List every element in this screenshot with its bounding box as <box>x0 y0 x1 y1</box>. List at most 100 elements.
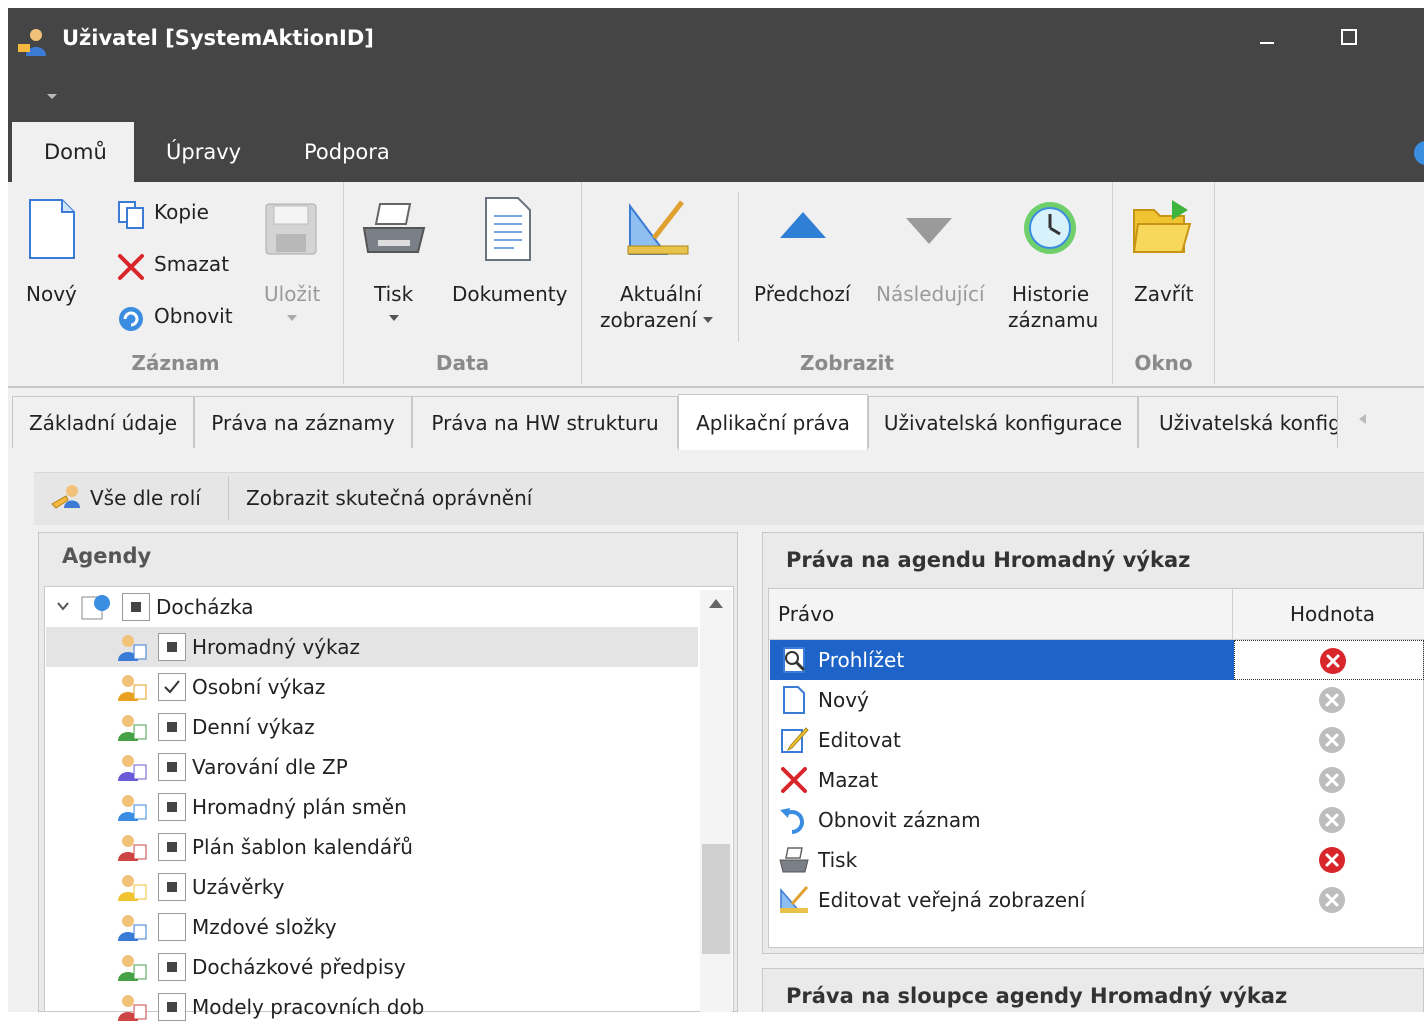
column-header-hodnota[interactable]: Hodnota <box>1290 602 1375 626</box>
tree-row[interactable]: Uzávěrky <box>46 867 698 907</box>
key-users-icon <box>51 485 80 509</box>
rights-row[interactable]: Editovat <box>770 720 1424 760</box>
rights-cell-hodnota[interactable] <box>1234 760 1424 800</box>
save-button[interactable]: Uložit <box>258 196 328 332</box>
tree-checkbox[interactable] <box>158 953 186 981</box>
rights-cell-pravo[interactable]: Obnovit záznam <box>770 800 1234 840</box>
header-separator <box>1232 589 1233 639</box>
all-by-roles-button[interactable]: Vše dle rolí <box>48 480 218 516</box>
chevron-down-icon <box>287 315 297 321</box>
tree-checkbox[interactable] <box>158 793 186 821</box>
tree-row-root[interactable]: Docházka <box>46 587 698 627</box>
tree-row[interactable]: Varování dle ZP <box>46 747 698 787</box>
rights-cell-pravo[interactable]: Mazat <box>770 760 1234 800</box>
rights-cell-pravo[interactable]: Prohlížet <box>770 640 1234 680</box>
all-by-roles-label: Vše dle rolí <box>90 486 201 510</box>
tree-checkbox[interactable] <box>122 593 150 621</box>
previous-button[interactable]: Předchozí <box>752 196 856 316</box>
tree-checkbox[interactable] <box>158 913 186 941</box>
rights-cell-pravo[interactable]: Editovat <box>770 720 1234 760</box>
tree-checkbox[interactable] <box>158 873 186 901</box>
rights-cell-hodnota[interactable] <box>1234 640 1424 680</box>
delete-button[interactable]: Smazat <box>114 250 234 282</box>
tree-checkbox[interactable] <box>158 673 186 701</box>
tree-checkbox[interactable] <box>158 633 186 661</box>
ribbon-tab-upravy[interactable]: Úpravy <box>166 140 241 164</box>
chevron-down-icon <box>703 317 713 323</box>
tree-row[interactable]: Hromadný výkaz <box>46 627 698 667</box>
rights-row[interactable]: Editovat veřejná zobrazení <box>770 880 1424 920</box>
print-button[interactable]: Tisk <box>356 196 432 332</box>
rights-cell-hodnota[interactable] <box>1234 800 1424 840</box>
inherited-denied-icon <box>1319 807 1345 833</box>
tree-row[interactable]: Mzdové složky <box>46 907 698 947</box>
help-icon[interactable] <box>1408 138 1424 168</box>
tree-row[interactable]: Denní výkaz <box>46 707 698 747</box>
scroll-thumb[interactable] <box>702 844 730 954</box>
new-button[interactable]: Nový <box>18 196 88 326</box>
chevron-down-icon[interactable] <box>56 599 70 613</box>
rights-cell-pravo[interactable]: Nový <box>770 680 1234 720</box>
column-header-pravo[interactable]: Právo <box>778 602 834 626</box>
maximize-icon[interactable] <box>1334 22 1364 52</box>
tree-row[interactable]: Hromadný plán směn <box>46 787 698 827</box>
rights-cell-hodnota[interactable] <box>1234 840 1424 880</box>
close-button[interactable]: Zavřít <box>1124 196 1204 316</box>
tab-uzivatelska-konfigurace[interactable]: Uživatelská konfigurace <box>868 396 1138 448</box>
ribbon-separator <box>1214 182 1215 384</box>
tab-prava-na-hw-strukturu[interactable]: Práva na HW strukturu <box>412 396 678 448</box>
tab-zakladni-udaje[interactable]: Základní údaje <box>12 396 194 448</box>
quick-access-dropdown-icon[interactable] <box>42 88 62 104</box>
record-history-button[interactable]: Historie záznamu <box>1004 196 1098 336</box>
inherited-denied-icon <box>1319 727 1345 753</box>
tree-row[interactable]: Modely pracovních dob <box>46 987 698 1027</box>
next-button[interactable]: Následující <box>874 196 986 316</box>
ribbon-tab-domu[interactable]: Domů <box>44 140 107 164</box>
inherited-denied-icon <box>1319 687 1345 713</box>
history-label-1: Historie <box>1012 282 1090 306</box>
tab-uzivatelska-konfig[interactable]: Uživatelská konfig <box>1138 396 1338 448</box>
tree-checkbox[interactable] <box>158 713 186 741</box>
rights-label: Prohlížet <box>818 648 905 672</box>
current-view-button[interactable]: Aktuální zobrazení <box>596 196 726 336</box>
rights-row[interactable]: Tisk <box>770 840 1424 880</box>
edit-icon <box>781 727 809 753</box>
tree-checkbox[interactable] <box>158 993 186 1021</box>
denied-icon <box>1320 648 1346 674</box>
refresh-button[interactable]: Obnovit <box>114 302 240 334</box>
current-view-label-1: Aktuální <box>620 282 702 306</box>
attendance-icon <box>81 595 110 620</box>
rights-cell-hodnota[interactable] <box>1234 720 1424 760</box>
rights-cell-hodnota[interactable] <box>1234 880 1424 920</box>
tab-scroll-left-icon[interactable] <box>1356 412 1368 426</box>
view-icon <box>783 647 806 673</box>
rights-row[interactable]: Nový <box>770 680 1424 720</box>
tree-checkbox[interactable] <box>158 753 186 781</box>
close-label: Zavřít <box>1134 282 1194 306</box>
rights-cell-hodnota[interactable] <box>1234 680 1424 720</box>
tree-row[interactable]: Plán šablon kalendářů <box>46 827 698 867</box>
tab-prava-na-zaznamy[interactable]: Práva na záznamy <box>194 396 412 448</box>
documents-button[interactable]: Dokumenty <box>452 196 568 316</box>
tree-row[interactable]: Docházkové předpisy <box>46 947 698 987</box>
tab-aplikacni-prava[interactable]: Aplikační práva <box>678 394 868 450</box>
rights-cell-pravo[interactable]: Editovat veřejná zobrazení <box>770 880 1234 920</box>
calendar-rule-icon <box>118 955 147 981</box>
copy-button[interactable]: Kopie <box>114 198 224 230</box>
rights-row[interactable]: Mazat <box>770 760 1424 800</box>
tree-label: Docházka <box>156 595 254 619</box>
documents-label: Dokumenty <box>452 282 568 306</box>
minimize-icon[interactable] <box>1252 22 1282 52</box>
current-view-label-2: zobrazení <box>600 308 697 332</box>
show-actual-permissions-button[interactable]: Zobrazit skutečná oprávnění <box>246 486 532 510</box>
ribbon-tab-podpora[interactable]: Podpora <box>304 140 390 164</box>
tree-row[interactable]: Osobní výkaz <box>46 667 698 707</box>
group-label-data: Data <box>435 351 490 375</box>
delete-icon <box>781 767 807 793</box>
rights-row[interactable]: Obnovit záznam <box>770 800 1424 840</box>
tree-checkbox[interactable] <box>158 833 186 861</box>
user-icon <box>118 675 147 701</box>
rights-cell-pravo[interactable]: Tisk <box>770 840 1234 880</box>
scroll-up-icon[interactable] <box>706 596 726 610</box>
rights-row[interactable]: Prohlížet <box>770 640 1424 680</box>
